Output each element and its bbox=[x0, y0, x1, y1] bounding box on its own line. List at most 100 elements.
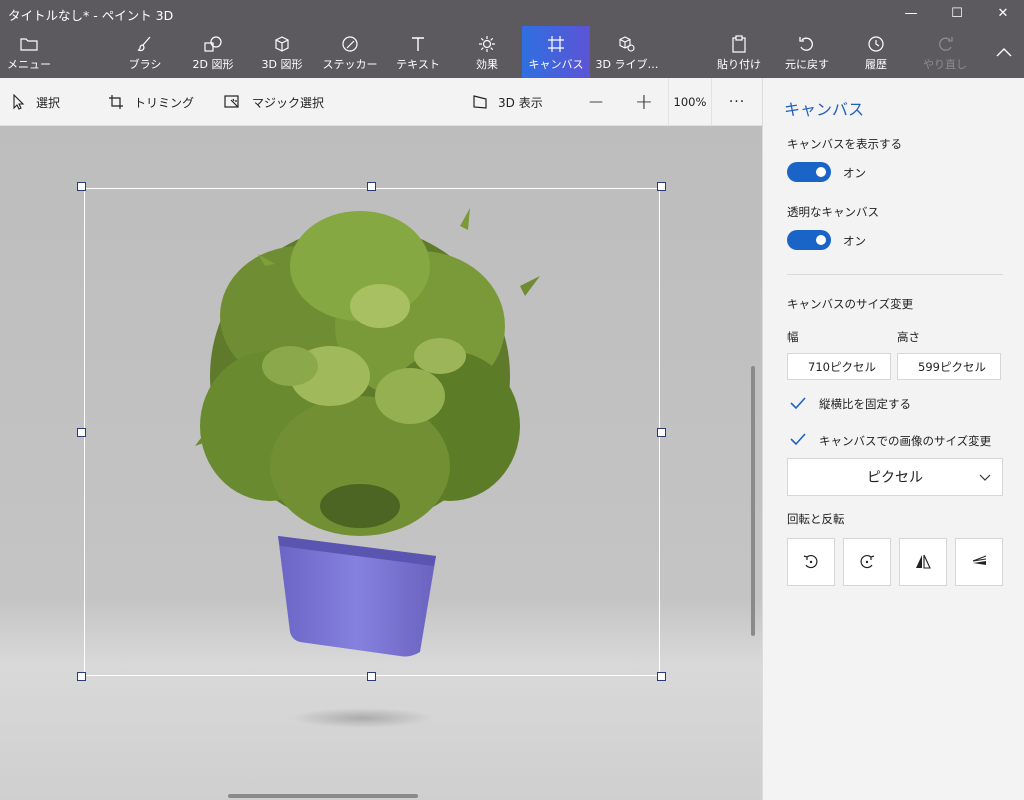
flip-vertical-icon bbox=[972, 555, 987, 565]
undo-button[interactable]: 元に戻す bbox=[778, 26, 836, 78]
text-icon bbox=[410, 33, 426, 55]
resize-handle-bottom[interactable] bbox=[367, 672, 376, 681]
resize-handle-right[interactable] bbox=[657, 428, 666, 437]
resize-handle-left[interactable] bbox=[77, 428, 86, 437]
resize-canvas-label: キャンバスのサイズ変更 bbox=[787, 297, 914, 311]
redo-button[interactable]: やり直し bbox=[918, 26, 972, 78]
menu-button[interactable]: メニュー bbox=[0, 26, 58, 78]
flip-horizontal-icon bbox=[916, 554, 931, 569]
show-canvas-toggle[interactable] bbox=[787, 162, 831, 182]
maximize-button[interactable]: ☐ bbox=[934, 0, 980, 26]
resize-image-label: キャンバスでの画像のサイズ変更 bbox=[819, 434, 992, 448]
text-tool-button[interactable]: テキスト bbox=[392, 26, 444, 78]
canvas-toolbar: 選択 トリミング マジック選択 3D 表示 — + 100% ··· bbox=[0, 78, 762, 126]
transparent-canvas-label: 透明なキャンバス bbox=[787, 205, 879, 219]
resize-handle-top-right[interactable] bbox=[657, 182, 666, 191]
brush-icon bbox=[136, 33, 154, 55]
canvas-label: キャンバス bbox=[528, 57, 584, 71]
library-3d-icon bbox=[617, 33, 637, 55]
divider bbox=[787, 274, 1003, 275]
collapse-ribbon-button[interactable] bbox=[984, 26, 1024, 78]
history-icon bbox=[867, 33, 885, 55]
rotate-right-icon bbox=[860, 554, 875, 569]
resize-handle-top-left[interactable] bbox=[77, 182, 86, 191]
library-3d-button[interactable]: 3D ライブ… bbox=[596, 26, 658, 78]
minimize-button[interactable]: — bbox=[888, 0, 934, 26]
show-canvas-label: キャンバスを表示する bbox=[787, 137, 902, 151]
select-label: 選択 bbox=[36, 95, 61, 110]
shapes-3d-button[interactable]: 3D 図形 bbox=[252, 26, 312, 78]
stickers-button[interactable]: ステッカー bbox=[322, 26, 378, 78]
ribbon: メニュー ブラシ 2D 図形 3D 図形 ステッカー テキスト 効果 キャンバス… bbox=[0, 26, 1024, 78]
library-3d-label: 3D ライブ… bbox=[595, 57, 659, 71]
canvas-icon bbox=[547, 33, 565, 55]
undo-label: 元に戻す bbox=[785, 57, 829, 71]
canvas-frame[interactable] bbox=[84, 188, 660, 676]
paste-label: 貼り付け bbox=[717, 57, 761, 71]
transparent-canvas-toggle[interactable] bbox=[787, 230, 831, 250]
more-options-button[interactable]: ··· bbox=[722, 78, 752, 126]
unit-selected: ピクセル bbox=[867, 470, 923, 486]
chevron-up-icon bbox=[995, 41, 1013, 63]
crop-button[interactable]: トリミング bbox=[108, 78, 194, 126]
rotate-left-icon bbox=[803, 554, 818, 569]
vertical-scrollbar[interactable] bbox=[751, 366, 755, 636]
transparent-canvas-state: オン bbox=[843, 234, 866, 248]
brush-label: ブラシ bbox=[128, 57, 162, 71]
resize-handle-top[interactable] bbox=[367, 182, 376, 191]
brush-tool-button[interactable]: ブラシ bbox=[118, 26, 172, 78]
width-label: 幅 bbox=[787, 330, 799, 344]
rotate-left-button[interactable] bbox=[787, 538, 835, 586]
shapes-2d-icon bbox=[203, 33, 223, 55]
cube-icon bbox=[273, 33, 291, 55]
crop-icon bbox=[109, 95, 123, 109]
sticker-icon bbox=[341, 33, 359, 55]
paste-button[interactable]: 貼り付け bbox=[712, 26, 766, 78]
shapes-2d-button[interactable]: 2D 図形 bbox=[184, 26, 242, 78]
history-button[interactable]: 履歴 bbox=[850, 26, 902, 78]
zoom-out-button[interactable]: — bbox=[586, 78, 606, 126]
shapes-2d-label: 2D 図形 bbox=[192, 57, 234, 71]
effects-button[interactable]: 効果 bbox=[462, 26, 512, 78]
view-3d-button[interactable]: 3D 表示 bbox=[472, 78, 543, 126]
select-button[interactable]: 選択 bbox=[12, 78, 60, 126]
history-label: 履歴 bbox=[865, 57, 887, 71]
title-bar: タイトルなし* - ペイント 3D — ☐ ✕ bbox=[0, 0, 1024, 26]
flip-vertical-button[interactable] bbox=[955, 538, 1003, 586]
width-field[interactable]: 710ピクセル bbox=[787, 353, 891, 380]
cursor-icon bbox=[13, 94, 25, 110]
canvas-area[interactable] bbox=[0, 126, 762, 800]
magic-select-button[interactable]: マジック選択 bbox=[224, 78, 324, 126]
lock-aspect-checkbox[interactable] bbox=[787, 392, 809, 414]
flip-horizontal-button[interactable] bbox=[899, 538, 947, 586]
close-button[interactable]: ✕ bbox=[980, 0, 1024, 26]
clipboard-icon bbox=[731, 33, 747, 55]
height-label: 高さ bbox=[897, 330, 920, 344]
panel-title: キャンバス bbox=[784, 100, 865, 119]
lock-aspect-label: 縦横比を固定する bbox=[819, 397, 911, 411]
folder-icon bbox=[20, 33, 38, 55]
horizontal-scrollbar[interactable] bbox=[228, 794, 418, 798]
view-3d-label: 3D 表示 bbox=[498, 95, 543, 110]
canvas-button[interactable]: キャンバス bbox=[522, 26, 590, 78]
magic-select-label: マジック選択 bbox=[252, 95, 325, 110]
resize-image-checkbox[interactable] bbox=[787, 428, 809, 450]
redo-icon bbox=[936, 33, 954, 55]
checkmark-icon bbox=[790, 433, 806, 446]
rotate-flip-label: 回転と反転 bbox=[787, 512, 845, 526]
crop-label: トリミング bbox=[134, 95, 195, 110]
menu-label: メニュー bbox=[7, 57, 51, 71]
effects-label: 効果 bbox=[476, 57, 498, 71]
sun-icon bbox=[478, 33, 496, 55]
text-label: テキスト bbox=[396, 57, 440, 71]
zoom-in-button[interactable]: + bbox=[632, 78, 656, 126]
rotate-right-button[interactable] bbox=[843, 538, 891, 586]
resize-handle-bottom-left[interactable] bbox=[77, 672, 86, 681]
zoom-level[interactable]: 100% bbox=[668, 78, 712, 126]
window-title: タイトルなし* - ペイント 3D bbox=[8, 8, 174, 23]
unit-dropdown[interactable]: ピクセル bbox=[787, 458, 1003, 496]
chevron-down-icon bbox=[979, 474, 991, 481]
canvas-panel: キャンバス キャンバスを表示する オン 透明なキャンバス オン キャンバスのサイ… bbox=[762, 78, 1024, 800]
resize-handle-bottom-right[interactable] bbox=[657, 672, 666, 681]
height-field[interactable]: 599ピクセル bbox=[897, 353, 1001, 380]
